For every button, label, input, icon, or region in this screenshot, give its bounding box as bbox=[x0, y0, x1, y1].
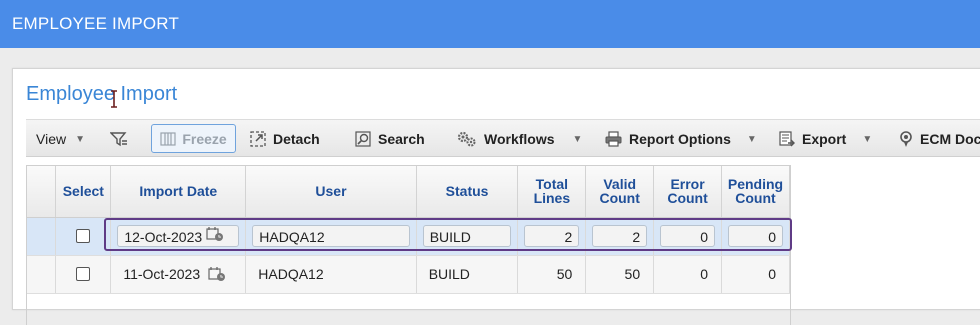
row-indicator-header bbox=[27, 166, 57, 218]
row-indicator[interactable] bbox=[27, 255, 57, 294]
detach-icon bbox=[250, 131, 266, 147]
select-cell[interactable] bbox=[55, 255, 112, 294]
report-options-menu-button[interactable]: Report Options ▼ bbox=[605, 120, 757, 158]
import-date-cell[interactable]: 11-Oct-2023 bbox=[110, 255, 247, 294]
caret-down-icon: ▼ bbox=[75, 133, 85, 145]
import-date-cell[interactable]: 12-Oct-2023 bbox=[110, 217, 247, 256]
freeze-columns-icon bbox=[160, 131, 176, 146]
total-lines-text: 50 bbox=[556, 266, 573, 282]
grid-header-row: Select Import Date User Status Total Line… bbox=[27, 166, 790, 218]
column-header-user[interactable]: User bbox=[245, 166, 417, 218]
workflows-gear-icon bbox=[457, 131, 476, 147]
ecm-label: ECM Doc bbox=[920, 131, 980, 147]
error-count-cell[interactable]: 0 bbox=[653, 217, 722, 256]
column-header-select[interactable]: Select bbox=[55, 166, 112, 218]
report-options-label: Report Options bbox=[629, 131, 731, 147]
page-title: Employee Import bbox=[26, 83, 178, 105]
column-header-total-lines[interactable]: Total Lines bbox=[517, 166, 587, 218]
column-header-status[interactable]: Status bbox=[416, 166, 519, 218]
status-cell[interactable]: BUILD bbox=[416, 217, 519, 256]
valid-count-text: 50 bbox=[624, 266, 641, 282]
calendar-icon[interactable] bbox=[208, 266, 226, 282]
view-menu-button[interactable]: View ▼ bbox=[36, 120, 85, 158]
printer-icon bbox=[605, 131, 622, 147]
status-cell[interactable]: BUILD bbox=[416, 255, 519, 294]
table-row[interactable]: 12-Oct-2023 HADQA12 BUILD 2 2 0 0 bbox=[27, 217, 790, 256]
search-label: Search bbox=[378, 131, 425, 147]
caret-down-icon: ▼ bbox=[746, 133, 757, 145]
caret-down-icon: ▼ bbox=[572, 133, 583, 145]
search-icon bbox=[355, 131, 371, 147]
row-select-checkbox[interactable] bbox=[76, 229, 91, 243]
user-cell[interactable]: HADQA12 bbox=[245, 255, 417, 294]
total-lines-input[interactable]: 2 bbox=[524, 225, 580, 247]
export-icon bbox=[779, 131, 795, 147]
export-menu-button[interactable]: Export ▼ bbox=[779, 120, 872, 158]
status-input[interactable]: BUILD bbox=[422, 225, 512, 247]
user-text: HADQA12 bbox=[258, 266, 324, 282]
workflows-label: Workflows bbox=[484, 131, 555, 147]
view-label: View bbox=[36, 131, 67, 147]
app-header-title: EMPLOYEE IMPORT bbox=[12, 14, 180, 33]
row-select-checkbox[interactable] bbox=[76, 267, 91, 281]
user-cell[interactable]: HADQA12 bbox=[245, 217, 417, 256]
column-header-pending-count[interactable]: Pending Count bbox=[721, 166, 790, 218]
app-header: EMPLOYEE IMPORT bbox=[0, 0, 980, 48]
error-count-input[interactable]: 0 bbox=[660, 225, 715, 247]
grid-toolbar: View ▼ Freeze Detach Search Workflows ▼ … bbox=[26, 119, 980, 157]
employee-import-grid: Select Import Date User Status Total Line… bbox=[26, 165, 791, 325]
import-date-input[interactable]: 12-Oct-2023 bbox=[117, 225, 240, 247]
row-indicator[interactable] bbox=[27, 217, 57, 256]
ecm-documents-button[interactable]: ECM Doc bbox=[899, 120, 980, 158]
total-lines-cell[interactable]: 2 bbox=[517, 217, 587, 256]
pending-count-input[interactable]: 0 bbox=[727, 225, 783, 247]
filter-icon bbox=[110, 132, 127, 147]
error-count-text: 0 bbox=[700, 266, 708, 282]
pending-count-cell[interactable]: 0 bbox=[721, 217, 790, 256]
valid-count-cell[interactable]: 2 bbox=[585, 217, 655, 256]
freeze-button[interactable]: Freeze bbox=[151, 124, 236, 153]
total-lines-cell[interactable]: 50 bbox=[517, 255, 587, 294]
freeze-label: Freeze bbox=[182, 130, 227, 147]
valid-count-cell[interactable]: 50 bbox=[585, 255, 655, 294]
detach-button[interactable]: Detach bbox=[250, 120, 320, 158]
text-cursor-icon bbox=[111, 90, 117, 108]
export-label: Export bbox=[802, 131, 847, 147]
detach-label: Detach bbox=[273, 131, 320, 147]
user-input[interactable]: HADQA12 bbox=[252, 225, 410, 247]
pending-count-text: 0 bbox=[768, 266, 776, 282]
valid-count-input[interactable]: 2 bbox=[592, 225, 648, 247]
table-row[interactable]: 11-Oct-2023 HADQA12 BUILD 50 50 0 0 bbox=[27, 255, 790, 294]
calendar-icon[interactable] bbox=[206, 226, 224, 242]
workflows-menu-button[interactable]: Workflows ▼ bbox=[457, 120, 582, 158]
select-cell[interactable] bbox=[55, 217, 112, 256]
caret-down-icon: ▼ bbox=[862, 133, 873, 145]
column-header-error-count[interactable]: Error Count bbox=[653, 166, 722, 218]
filter-button[interactable] bbox=[110, 120, 128, 158]
error-count-cell[interactable]: 0 bbox=[653, 255, 722, 294]
ecm-pin-icon bbox=[900, 130, 912, 147]
search-button[interactable]: Search bbox=[355, 120, 425, 158]
column-header-valid-count[interactable]: Valid Count bbox=[585, 166, 655, 218]
status-text: BUILD bbox=[428, 266, 470, 282]
pending-count-cell[interactable]: 0 bbox=[721, 255, 790, 294]
column-header-import-date[interactable]: Import Date bbox=[110, 166, 247, 218]
employee-import-panel: Employee Import View ▼ Freeze Detach Sea… bbox=[12, 68, 980, 325]
import-date-text: 11-Oct-2023 bbox=[123, 266, 201, 282]
